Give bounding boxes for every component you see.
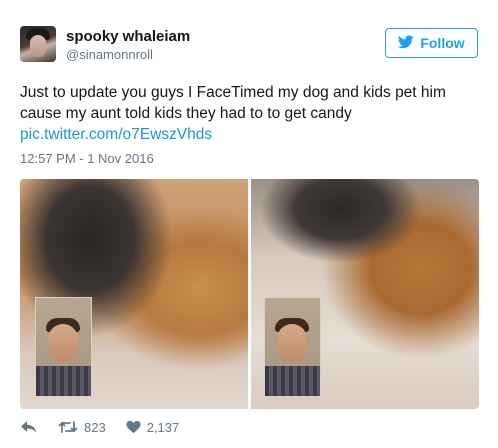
reply-button[interactable] [20, 420, 38, 434]
like-count: 2,137 [146, 419, 180, 435]
media-link[interactable]: pic.twitter.com/o7EwszVhds [20, 126, 212, 143]
tweet-timestamp[interactable]: 12:57 PM - 1 Nov 2016 [20, 151, 154, 166]
tweet-card: spooky whaleiam @sinamonnroll Follow Jus… [0, 0, 498, 448]
tweet-text-line: cause my aunt told kids they had to to g… [20, 105, 352, 122]
follow-button-label: Follow [420, 35, 465, 51]
facetime-preview [264, 297, 321, 397]
media-grid [20, 179, 479, 409]
avatar[interactable] [20, 26, 56, 62]
like-button[interactable]: 2,137 [126, 419, 180, 435]
tweet-text: Just to update you guys I FaceTimed my d… [20, 82, 480, 145]
user-handle[interactable]: @sinamonnroll [66, 47, 153, 62]
heart-icon [126, 420, 141, 434]
photo-facetime-1[interactable] [20, 179, 248, 409]
facetime-preview [35, 297, 92, 397]
retweet-button[interactable]: 823 [58, 420, 106, 435]
retweet-count: 823 [84, 419, 106, 435]
tweet-text-line: Just to update you guys I FaceTimed my d… [20, 84, 446, 101]
retweet-icon [58, 420, 78, 434]
tweet-actions: 823 2,137 [20, 416, 199, 438]
photo-facetime-2[interactable] [251, 179, 479, 409]
twitter-bird-icon [398, 34, 415, 52]
reply-arrow-icon [20, 420, 38, 434]
user-name[interactable]: spooky whaleiam [66, 28, 190, 45]
follow-button[interactable]: Follow [385, 28, 478, 58]
